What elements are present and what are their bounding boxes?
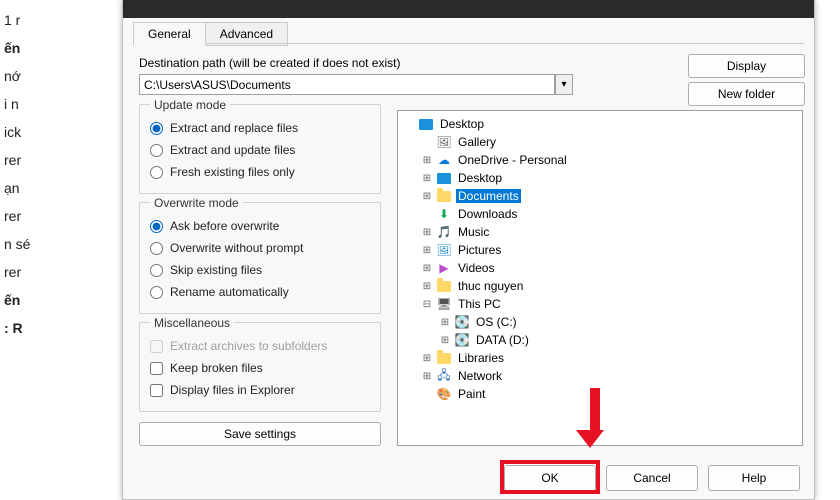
overwrite-mode-group: Overwrite mode Ask before overwrite Over… — [139, 202, 381, 314]
help-button[interactable]: Help — [708, 465, 800, 491]
overwrite-ask[interactable]: Ask before overwrite — [150, 215, 370, 237]
update-mode-group: Update mode Extract and replace files Ex… — [139, 104, 381, 194]
libraries-icon — [436, 350, 452, 366]
gallery-icon: 🖼 — [436, 134, 452, 150]
tree-downloads[interactable]: ▸⬇Downloads — [398, 205, 802, 223]
tree-pictures[interactable]: ⊞🖼Pictures — [398, 241, 802, 259]
tree-videos[interactable]: ⊞▶Videos — [398, 259, 802, 277]
network-icon: 🖧 — [436, 368, 452, 384]
new-folder-button[interactable]: New folder — [688, 82, 805, 106]
overwrite-rename[interactable]: Rename automatically — [150, 281, 370, 303]
videos-icon: ▶ — [436, 260, 452, 276]
destination-label: Destination path (will be created if doe… — [139, 56, 400, 70]
tree-desktop-root[interactable]: ▸Desktop — [398, 115, 802, 133]
this-pc-icon: 🖥 — [436, 296, 452, 312]
music-icon: 🎵 — [436, 224, 452, 240]
paint-icon: 🎨 — [436, 386, 452, 402]
miscellaneous-group: Miscellaneous Extract archives to subfol… — [139, 322, 381, 412]
overwrite-mode-title: Overwrite mode — [150, 196, 243, 210]
save-settings-button[interactable]: Save settings — [139, 422, 381, 446]
extract-dialog: General Advanced Destination path (will … — [122, 0, 815, 500]
folder-icon — [436, 278, 452, 294]
tree-gallery[interactable]: ▸🖼Gallery — [398, 133, 802, 151]
tree-user-folder[interactable]: ⊞thuc nguyen — [398, 277, 802, 295]
update-extract-update[interactable]: Extract and update files — [150, 139, 370, 161]
overwrite-skip[interactable]: Skip existing files — [150, 259, 370, 281]
misc-display-explorer[interactable]: Display files in Explorer — [150, 379, 370, 401]
tree-this-pc[interactable]: ⊟🖥This PC — [398, 295, 802, 313]
drive-icon: 💽 — [454, 314, 470, 330]
desktop-icon — [436, 170, 452, 186]
misc-subfolders: Extract archives to subfolders — [150, 335, 370, 357]
update-fresh-only[interactable]: Fresh existing files only — [150, 161, 370, 183]
titlebar[interactable] — [123, 0, 814, 18]
tree-onedrive[interactable]: ⊞☁OneDrive - Personal — [398, 151, 802, 169]
desktop-icon — [418, 116, 434, 132]
misc-keep-broken[interactable]: Keep broken files — [150, 357, 370, 379]
update-extract-replace[interactable]: Extract and replace files — [150, 117, 370, 139]
tab-general[interactable]: General — [133, 22, 206, 46]
tree-documents[interactable]: ⊞Documents — [398, 187, 802, 205]
documents-icon — [436, 188, 452, 204]
tree-music[interactable]: ⊞🎵Music — [398, 223, 802, 241]
cancel-button[interactable]: Cancel — [606, 465, 698, 491]
ok-button[interactable]: OK — [504, 465, 596, 491]
miscellaneous-title: Miscellaneous — [150, 316, 234, 330]
background-document: 1 r ến nớ i n ick rer ạn rer n sé rer ến… — [0, 0, 100, 500]
tree-network[interactable]: ⊞🖧Network — [398, 367, 802, 385]
overwrite-noprompt[interactable]: Overwrite without prompt — [150, 237, 370, 259]
tree-drive-c[interactable]: ⊞💽OS (C:) — [398, 313, 802, 331]
destination-path-input[interactable] — [139, 74, 555, 95]
destination-dropdown-button[interactable]: ▾ — [555, 74, 573, 95]
onedrive-icon: ☁ — [436, 152, 452, 168]
pictures-icon: 🖼 — [436, 242, 452, 258]
downloads-icon: ⬇ — [436, 206, 452, 222]
tree-paint[interactable]: ▸🎨Paint — [398, 385, 802, 403]
tree-drive-d[interactable]: ⊞💽DATA (D:) — [398, 331, 802, 349]
dialog-footer: OK Cancel Help — [504, 465, 800, 491]
tree-libraries[interactable]: ⊞Libraries — [398, 349, 802, 367]
display-button[interactable]: Display — [688, 54, 805, 78]
drive-icon: 💽 — [454, 332, 470, 348]
folder-tree[interactable]: ▸Desktop ▸🖼Gallery ⊞☁OneDrive - Personal… — [397, 110, 803, 446]
tree-desktop[interactable]: ⊞Desktop — [398, 169, 802, 187]
update-mode-title: Update mode — [150, 98, 230, 112]
